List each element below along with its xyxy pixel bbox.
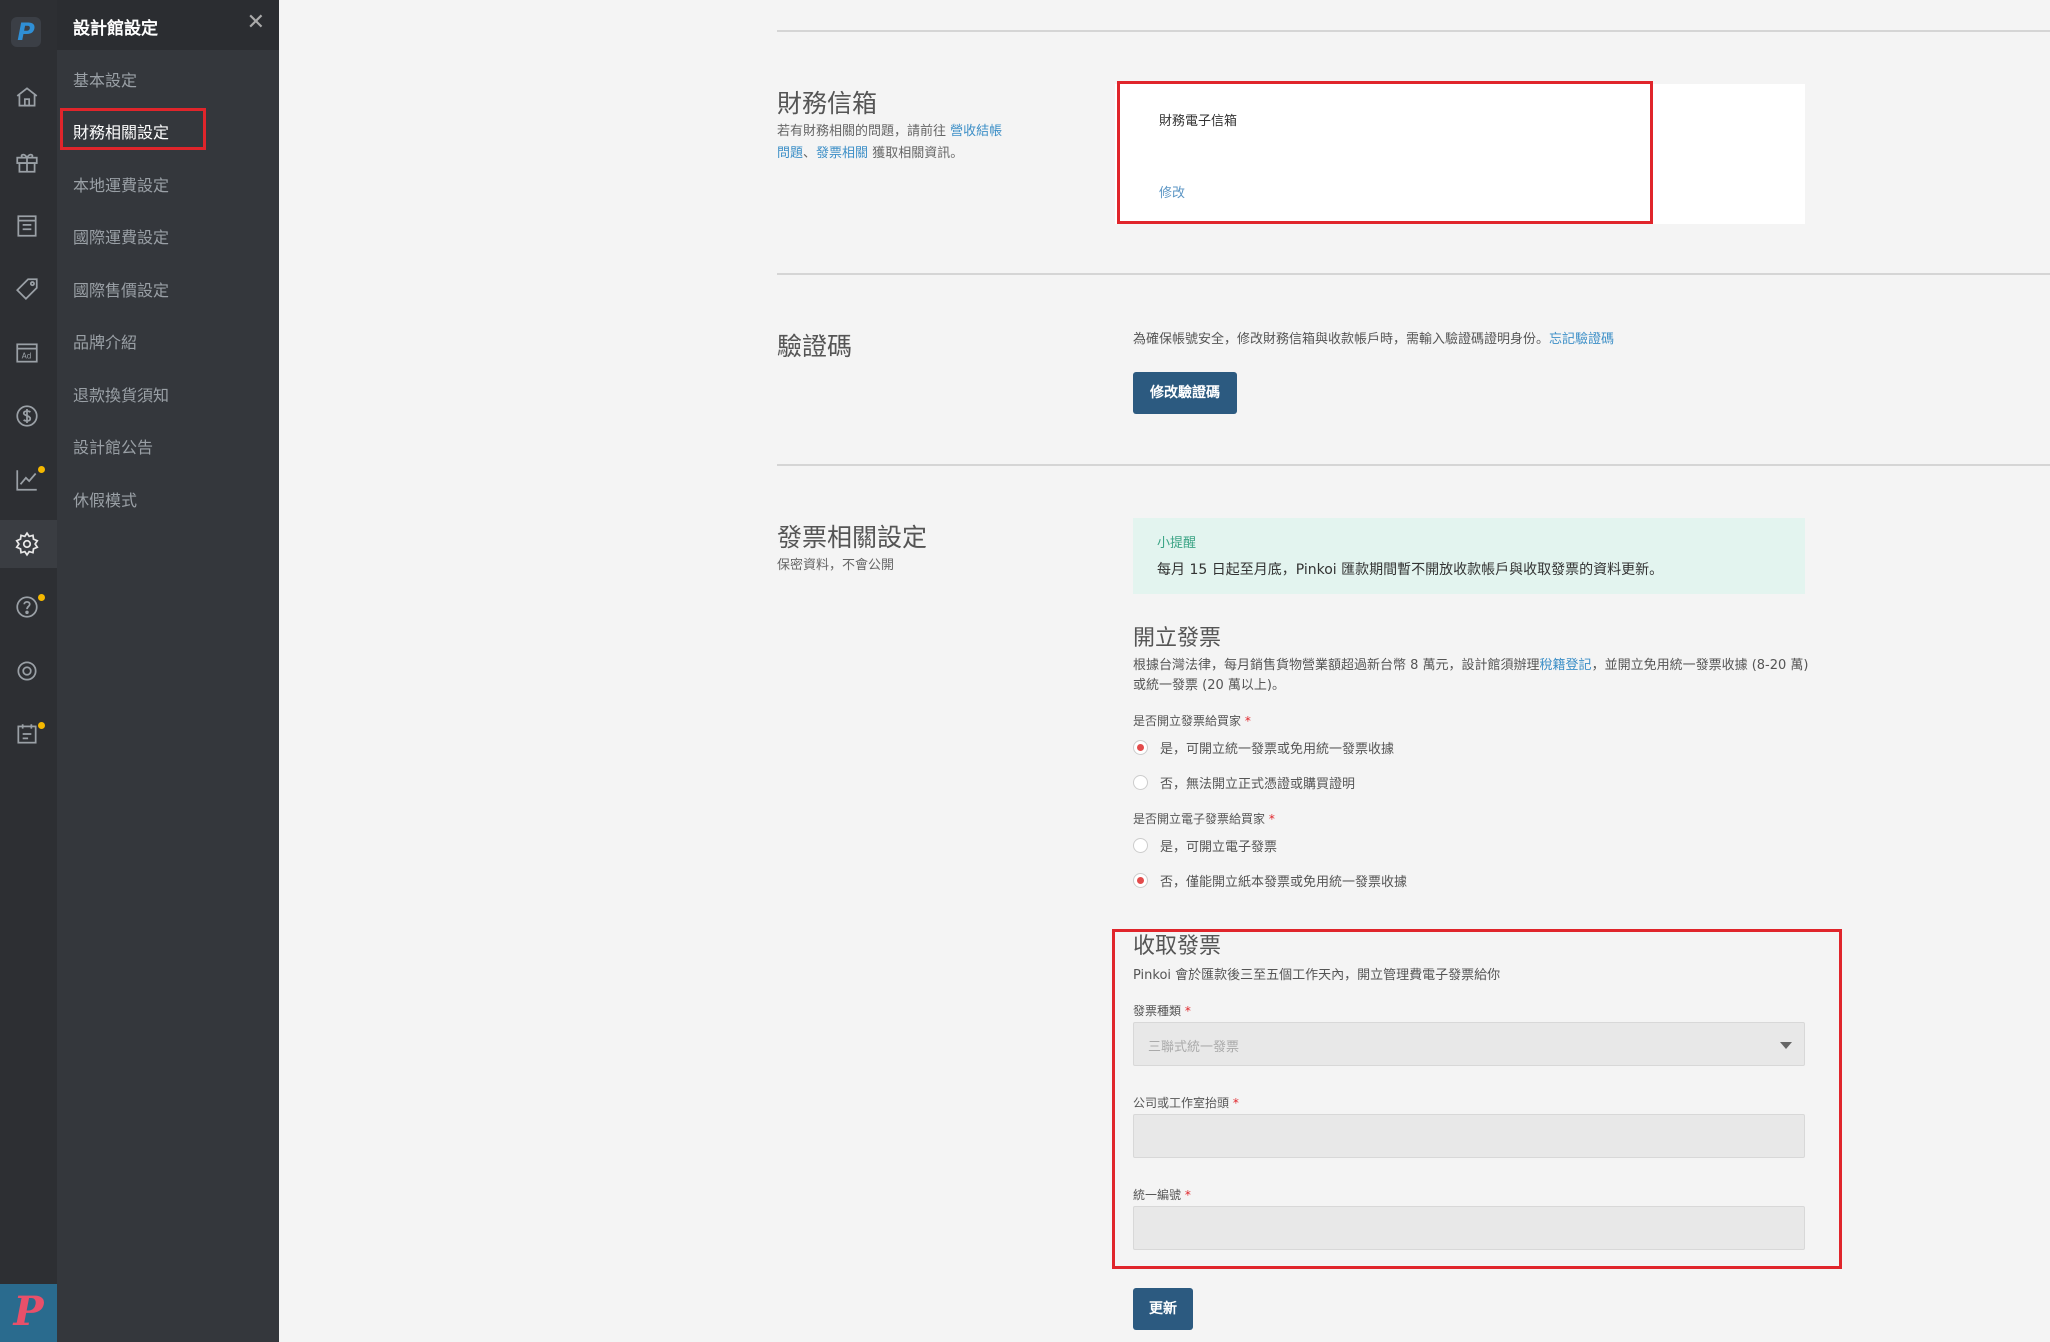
company-input[interactable] [1133, 1114, 1805, 1158]
settings-icon[interactable] [14, 531, 40, 557]
invoice-type-value: 三聯式統一發票 [1148, 1040, 1240, 1055]
chart-notification-dot [38, 466, 45, 473]
close-icon[interactable]: ✕ [247, 10, 265, 35]
tag-icon[interactable] [14, 276, 40, 302]
notice-text: 每月 15 日起至月底，Pinkoi 匯款期間暫不開放收款帳戶與收取發票的資料更… [1157, 562, 1664, 578]
subnav-item-refund[interactable]: 退款換貨須知 [73, 382, 169, 406]
subnav-item-basic[interactable]: 基本設定 [73, 67, 137, 91]
home-icon[interactable] [14, 84, 40, 110]
q2-option-no[interactable]: 否，僅能開立紙本發票或免用統一發票收據 [1133, 871, 1407, 890]
invoice-title: 發票相關設定 [777, 523, 928, 552]
finance-email-title: 財務信箱 [777, 89, 878, 118]
required-mark: * [1244, 714, 1251, 728]
tax-id-label: 統一編號 * [1133, 1186, 1191, 1203]
invoice-type-label: 發票種類 * [1133, 1002, 1191, 1019]
verify-title: 驗證碼 [777, 332, 853, 361]
notice-title: 小提醒 [1157, 536, 1197, 551]
divider [777, 464, 2050, 466]
tip-notice: 小提醒 每月 15 日起至月底，Pinkoi 匯款期間暫不開放收款帳戶與收取發票… [1133, 518, 1805, 594]
q2-opt2-label: 否，僅能開立紙本發票或免用統一發票收據 [1160, 875, 1408, 890]
tax-id-label-text: 統一編號 [1133, 1188, 1182, 1202]
tax-registration-link[interactable]: 稅籍登記 [1540, 658, 1592, 673]
verify-note: 為確保帳號安全，修改財務信箱與收款帳戶時，需輸入驗證碼證明身份。忘記驗證碼 [1133, 328, 1614, 347]
icon-rail: P Ad P [0, 0, 57, 1342]
subnav-item-finance[interactable]: 財務相關設定 [73, 119, 169, 143]
subnav-item-intl-shipping[interactable]: 國際運費設定 [73, 224, 169, 248]
company-label-text: 公司或工作室抬頭 [1133, 1096, 1230, 1110]
gift-icon[interactable] [14, 149, 40, 175]
subnav-item-vacation[interactable]: 休假模式 [73, 487, 137, 511]
company-label: 公司或工作室抬頭 * [1133, 1094, 1239, 1111]
svg-text:Ad: Ad [22, 351, 32, 360]
notice-icon[interactable] [14, 721, 40, 747]
notice-notification-dot [38, 722, 45, 729]
subnav-item-brand[interactable]: 品牌介紹 [73, 329, 137, 353]
finance-email-highlight [1117, 81, 1653, 224]
q1-label-text: 是否開立發票給買家 [1133, 714, 1242, 728]
list-icon[interactable] [14, 213, 40, 239]
gear-icon[interactable] [14, 658, 40, 684]
divider [777, 30, 2050, 32]
issue-para-1: 根據台灣法律，每月銷售貨物營業額超過新台幣 8 萬元，設計館須辦理 [1133, 658, 1540, 673]
subnav-header: 設計館設定 ✕ [57, 0, 279, 50]
q2-opt1-label: 是，可開立電子發票 [1160, 840, 1278, 855]
finance-email-desc-sep: 、 [803, 146, 817, 161]
required-mark: * [1184, 1188, 1191, 1202]
main-content: 財務信箱 若有財務相關的問題，請前往 營收結帳問題、發票相關 獲取相關資訊。 財… [279, 0, 2050, 1342]
issue-invoice-title: 開立發票 [1133, 626, 1222, 651]
chart-icon[interactable] [14, 467, 40, 493]
required-mark: * [1268, 812, 1275, 826]
finance-email-desc: 若有財務相關的問題，請前往 營收結帳問題、發票相關 獲取相關資訊。 [777, 121, 1007, 165]
q1-option-no[interactable]: 否，無法開立正式憑證或購買證明 [1133, 773, 1355, 792]
receive-invoice-desc: Pinkoi 會於匯款後三至五個工作天內，開立管理費電子發票給你 [1133, 968, 1501, 983]
ad-icon[interactable]: Ad [14, 340, 40, 366]
help-icon[interactable] [14, 594, 40, 620]
receive-invoice-title: 收取發票 [1133, 934, 1222, 959]
required-mark: * [1232, 1096, 1239, 1110]
divider [777, 273, 2050, 275]
invoice-type-select[interactable]: 三聯式統一發票 [1133, 1022, 1805, 1066]
invoice-link[interactable]: 發票相關 [816, 146, 868, 161]
finance-email-edit-link[interactable]: 修改 [1159, 182, 1185, 201]
subnav-item-local-shipping[interactable]: 本地運費設定 [73, 172, 169, 196]
change-code-button[interactable]: 修改驗證碼 [1133, 372, 1237, 414]
settings-subnav: 設計館設定 ✕ 基本設定 財務相關設定 本地運費設定 國際運費設定 國際售價設定… [57, 0, 279, 1342]
subnav-item-announcement[interactable]: 設計館公告 [73, 434, 153, 458]
q1-opt2-label: 否，無法開立正式憑證或購買證明 [1160, 777, 1356, 792]
radio-unchecked-icon[interactable] [1133, 775, 1148, 790]
invoice-type-label-text: 發票種類 [1133, 1004, 1182, 1018]
issue-invoice-para: 根據台灣法律，每月銷售貨物營業額超過新台幣 8 萬元，設計館須辦理稅籍登記，並開… [1133, 656, 1813, 696]
finance-email-desc-prefix: 若有財務相關的問題，請前往 [777, 124, 947, 139]
q1-opt1-label: 是，可開立統一發票或免用統一發票收據 [1160, 742, 1395, 757]
help-notification-dot [38, 594, 45, 601]
pinkoi-bottom-logo[interactable]: P [0, 1284, 57, 1342]
finance-email-label: 財務電子信箱 [1159, 114, 1238, 129]
verify-note-text: 為確保帳號安全，修改財務信箱與收款帳戶時，需輸入驗證碼證明身份。 [1133, 332, 1550, 347]
radio-checked-icon[interactable] [1133, 873, 1148, 888]
invoice-desc: 保密資料，不會公開 [777, 558, 895, 573]
required-mark: * [1184, 1004, 1191, 1018]
q2-label: 是否開立電子發票給買家 * [1133, 810, 1275, 827]
update-button[interactable]: 更新 [1133, 1288, 1193, 1330]
forgot-code-link[interactable]: 忘記驗證碼 [1549, 332, 1614, 347]
dollar-icon[interactable] [14, 403, 40, 429]
pinkoi-logo[interactable]: P [11, 17, 41, 47]
q2-label-text: 是否開立電子發票給買家 [1133, 812, 1266, 826]
q1-label: 是否開立發票給買家 * [1133, 712, 1251, 729]
subnav-title: 設計館設定 [73, 19, 158, 39]
tax-id-input[interactable] [1133, 1206, 1805, 1250]
radio-unchecked-icon[interactable] [1133, 838, 1148, 853]
q2-option-yes[interactable]: 是，可開立電子發票 [1133, 836, 1277, 855]
chevron-down-icon [1780, 1042, 1792, 1049]
q1-option-yes[interactable]: 是，可開立統一發票或免用統一發票收據 [1133, 738, 1394, 757]
radio-checked-icon[interactable] [1133, 740, 1148, 755]
finance-email-desc-suffix: 獲取相關資訊。 [872, 146, 964, 161]
subnav-item-intl-price[interactable]: 國際售價設定 [73, 277, 169, 301]
